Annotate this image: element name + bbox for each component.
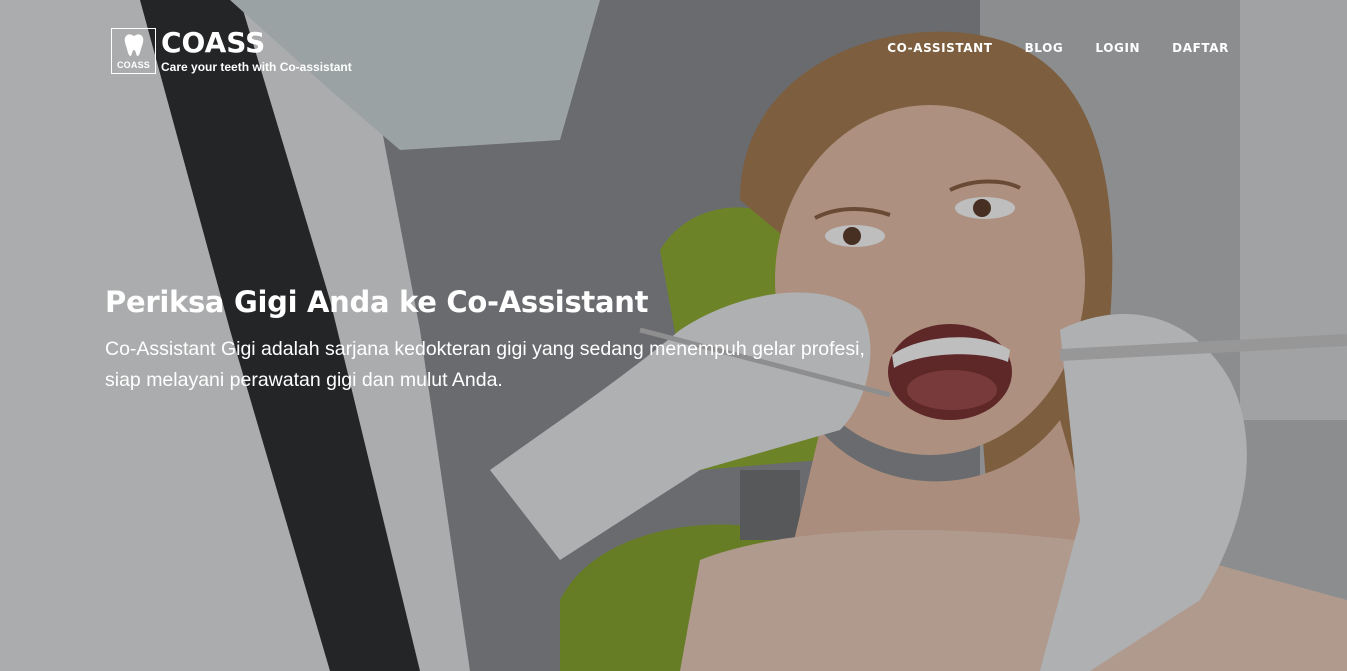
brand-tagline: Care your teeth with Co-assistant	[161, 60, 352, 74]
tooth-icon	[124, 34, 144, 56]
nav-item-co-assistant[interactable]: CO-ASSISTANT	[887, 41, 992, 55]
nav-item-daftar[interactable]: DAFTAR	[1172, 41, 1229, 55]
brand-name: COASS	[161, 26, 266, 59]
logo-badge: COASS	[111, 28, 156, 74]
logo-badge-label: COASS	[116, 60, 150, 70]
nav-item-login[interactable]: LOGIN	[1095, 41, 1140, 55]
main-navigation: CO-ASSISTANT BLOG LOGIN DAFTAR	[855, 41, 1229, 55]
hero-headline: Periksa Gigi Anda ke Co-Assistant	[105, 285, 649, 319]
brand-logo[interactable]: COASS COASS Care your teeth with Co-assi…	[111, 28, 352, 74]
nav-item-blog[interactable]: BLOG	[1025, 41, 1064, 55]
hero-description: Co-Assistant Gigi adalah sarjana kedokte…	[105, 338, 865, 391]
hero-content: Periksa Gigi Anda ke Co-Assistant Co-Ass…	[105, 282, 885, 396]
